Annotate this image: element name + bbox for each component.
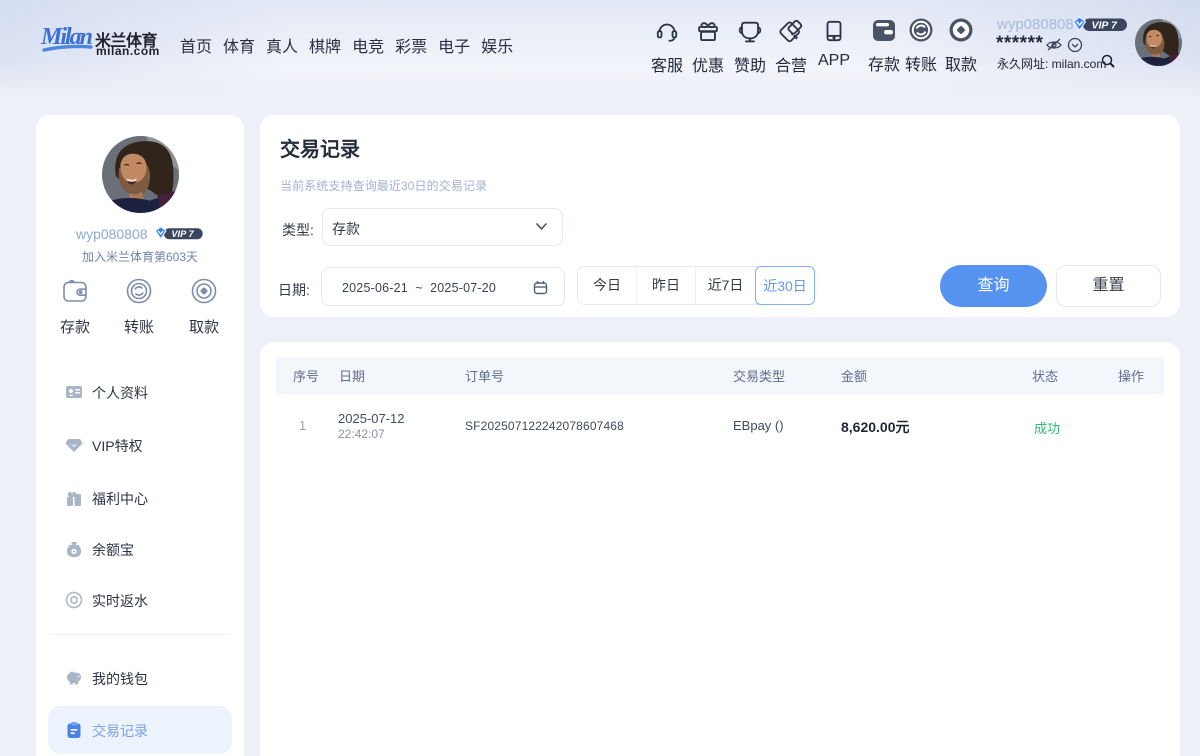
svg-text:VIP 7: VIP 7 bbox=[1092, 20, 1118, 32]
svg-text:VIP 7: VIP 7 bbox=[171, 229, 194, 239]
